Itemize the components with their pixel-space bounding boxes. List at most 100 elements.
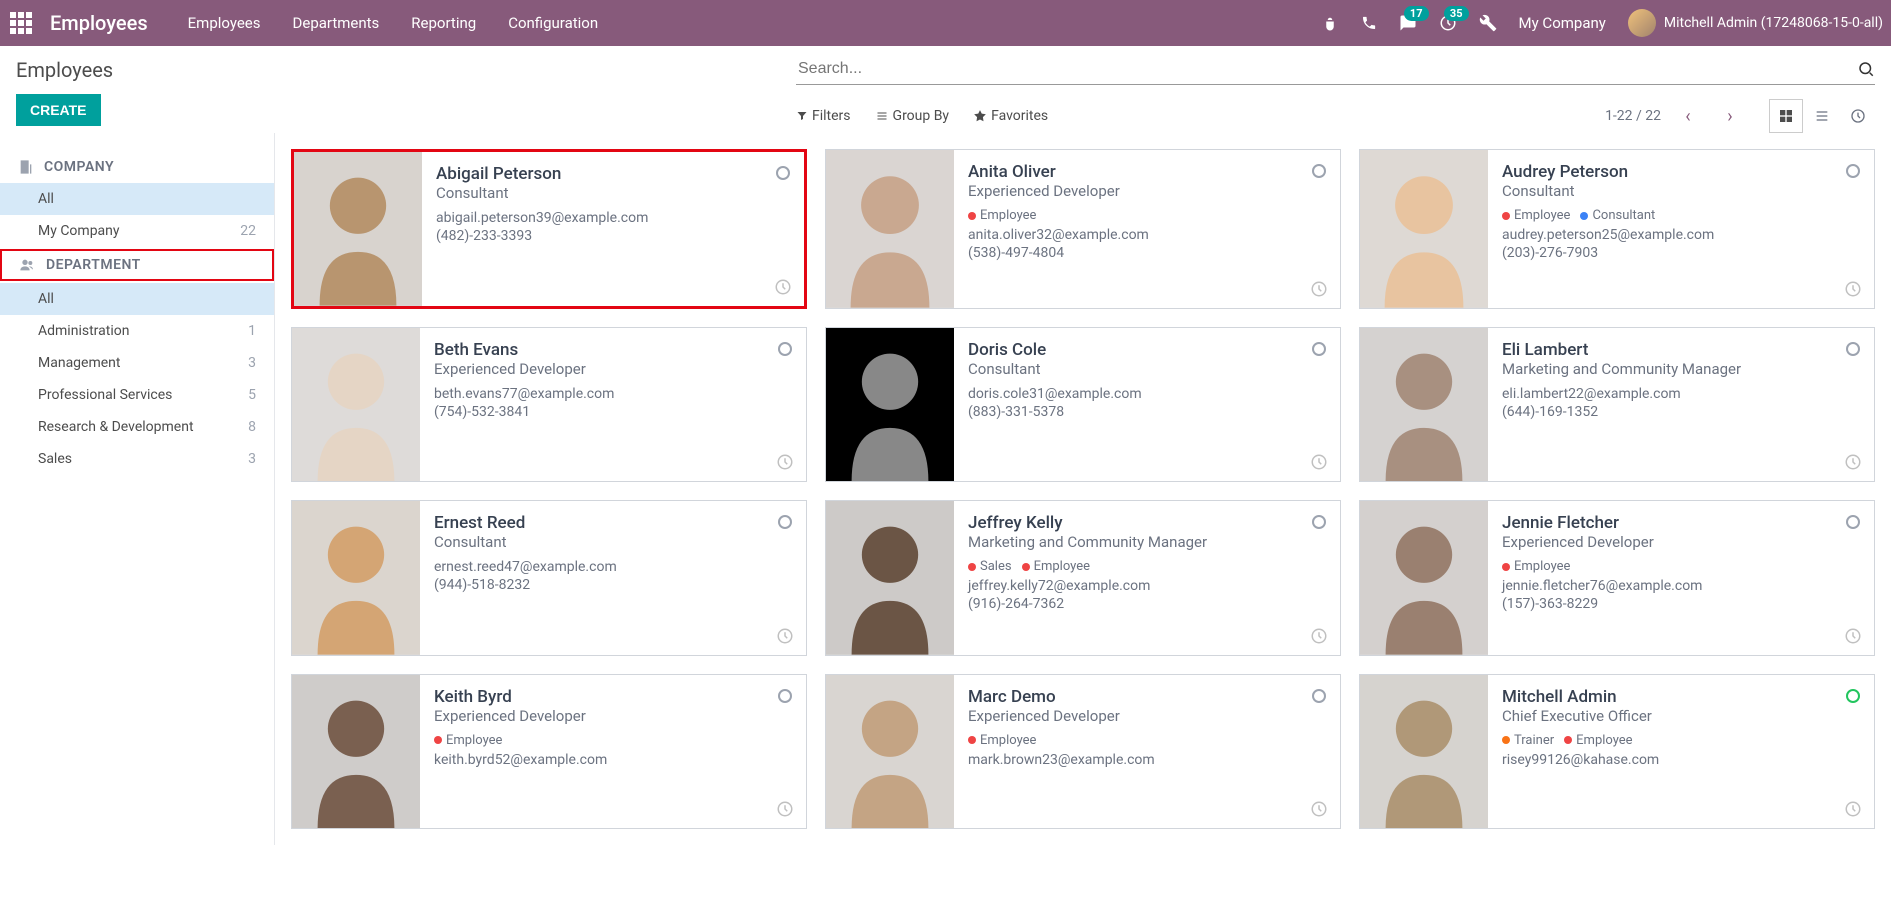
dot-icon <box>1022 563 1030 571</box>
apps-icon[interactable] <box>8 10 34 36</box>
presence-status-icon[interactable] <box>1846 689 1860 703</box>
presence-status-icon[interactable] <box>776 166 790 180</box>
kanban-view-button[interactable] <box>1769 99 1803 133</box>
page-title: Employees <box>16 58 796 82</box>
user-menu[interactable]: Mitchell Admin (17248068-15-0-all) <box>1628 9 1883 37</box>
presence-status-icon[interactable] <box>1312 342 1326 356</box>
employee-name: Audrey Peterson <box>1502 162 1860 182</box>
menu-configuration[interactable]: Configuration <box>508 14 598 32</box>
tag: Employee <box>1502 559 1570 574</box>
sidebar-item-label: All <box>38 191 54 207</box>
clock-icon[interactable] <box>774 278 792 296</box>
groupby-button[interactable]: Group By <box>875 108 950 124</box>
employee-title: Marketing and Community Manager <box>1502 360 1860 378</box>
activity-badge: 35 <box>1444 6 1469 21</box>
employee-email: jeffrey.kelly72@example.com <box>968 578 1326 594</box>
employee-phone: (754)-532-3841 <box>434 404 792 420</box>
user-name: Mitchell Admin (17248068-15-0-all) <box>1664 15 1883 31</box>
menu-employees[interactable]: Employees <box>188 14 261 32</box>
employee-card[interactable]: Abigail Peterson Consultant abigail.pete… <box>291 149 807 309</box>
employee-email: doris.cole31@example.com <box>968 386 1326 402</box>
search-icon[interactable] <box>1857 60 1875 78</box>
employee-card[interactable]: Keith Byrd Experienced Developer Employe… <box>291 674 807 830</box>
pager-next-button[interactable]: › <box>1715 101 1745 131</box>
messaging-icon[interactable]: 17 <box>1399 14 1417 32</box>
presence-status-icon[interactable] <box>778 342 792 356</box>
card-body: Audrey Peterson Consultant EmployeeConsu… <box>1488 150 1874 308</box>
employee-card[interactable]: Anita Oliver Experienced Developer Emplo… <box>825 149 1341 309</box>
tools-icon[interactable] <box>1479 14 1497 32</box>
employee-phone: (644)-169-1352 <box>1502 404 1860 420</box>
tag: Consultant <box>1580 208 1655 223</box>
company-selector[interactable]: My Company <box>1519 14 1606 32</box>
employee-title: Experienced Developer <box>434 707 792 725</box>
view-switcher <box>1769 99 1875 133</box>
employee-title: Consultant <box>434 533 792 551</box>
employee-card[interactable]: Doris Cole Consultant doris.cole31@examp… <box>825 327 1341 483</box>
clock-icon[interactable] <box>1310 800 1328 818</box>
presence-status-icon[interactable] <box>1312 689 1326 703</box>
department-item[interactable]: All <box>0 283 274 315</box>
employee-card[interactable]: Ernest Reed Consultant ernest.reed47@exa… <box>291 500 807 656</box>
presence-status-icon[interactable] <box>1846 164 1860 178</box>
list-view-button[interactable] <box>1805 99 1839 133</box>
sidebar-item-label: My Company <box>38 223 120 239</box>
menu-reporting[interactable]: Reporting <box>411 14 476 32</box>
employee-title: Consultant <box>436 184 790 202</box>
employee-photo <box>826 328 954 482</box>
favorites-button[interactable]: Favorites <box>973 108 1048 124</box>
employee-card[interactable]: Eli Lambert Marketing and Community Mana… <box>1359 327 1875 483</box>
dot-icon <box>1502 736 1510 744</box>
clock-icon[interactable] <box>1310 453 1328 471</box>
clock-icon[interactable] <box>1310 280 1328 298</box>
clock-icon[interactable] <box>1844 453 1862 471</box>
dot-icon <box>1502 563 1510 571</box>
menu-departments[interactable]: Departments <box>293 14 380 32</box>
company-item[interactable]: All <box>0 183 274 215</box>
search-input[interactable] <box>796 58 1857 80</box>
employee-card[interactable]: Beth Evans Experienced Developer beth.ev… <box>291 327 807 483</box>
employee-card[interactable]: Mitchell Admin Chief Executive Officer T… <box>1359 674 1875 830</box>
pager-text: 1-22 / 22 <box>1605 108 1661 124</box>
department-item[interactable]: Professional Services5 <box>0 379 274 411</box>
phone-icon[interactable] <box>1361 15 1377 31</box>
department-item[interactable]: Administration1 <box>0 315 274 347</box>
clock-icon[interactable] <box>1844 627 1862 645</box>
create-button[interactable]: CREATE <box>16 94 101 126</box>
pager-prev-button[interactable]: ‹ <box>1673 101 1703 131</box>
filters-button[interactable]: Filters <box>796 108 851 124</box>
clock-icon[interactable] <box>776 800 794 818</box>
presence-status-icon[interactable] <box>1312 164 1326 178</box>
clock-icon[interactable] <box>776 627 794 645</box>
clock-icon[interactable] <box>1310 627 1328 645</box>
employee-name: Marc Demo <box>968 687 1326 707</box>
employee-card[interactable]: Jennie Fletcher Experienced Developer Em… <box>1359 500 1875 656</box>
employee-name: Eli Lambert <box>1502 340 1860 360</box>
clock-icon[interactable] <box>1844 280 1862 298</box>
employee-photo <box>294 152 422 306</box>
users-icon <box>18 257 36 273</box>
employee-name: Beth Evans <box>434 340 792 360</box>
employee-card[interactable]: Audrey Peterson Consultant EmployeeConsu… <box>1359 149 1875 309</box>
activity-icon[interactable]: 35 <box>1439 14 1457 32</box>
presence-status-icon[interactable] <box>778 689 792 703</box>
clock-icon[interactable] <box>1844 800 1862 818</box>
employee-card[interactable]: Jeffrey Kelly Marketing and Community Ma… <box>825 500 1341 656</box>
sidebar-item-label: Research & Development <box>38 419 194 435</box>
bug-icon[interactable] <box>1321 14 1339 32</box>
card-body: Eli Lambert Marketing and Community Mana… <box>1488 328 1874 482</box>
department-item[interactable]: Research & Development8 <box>0 411 274 443</box>
sidebar-item-label: Management <box>38 355 120 371</box>
tag: Employee <box>1502 208 1570 223</box>
department-item[interactable]: Management3 <box>0 347 274 379</box>
activity-view-button[interactable] <box>1841 99 1875 133</box>
employee-title: Experienced Developer <box>968 707 1326 725</box>
presence-status-icon[interactable] <box>1846 342 1860 356</box>
tags: SalesEmployee <box>968 559 1326 574</box>
clock-icon[interactable] <box>776 453 794 471</box>
card-body: Abigail Peterson Consultant abigail.pete… <box>422 152 804 306</box>
department-item[interactable]: Sales3 <box>0 443 274 475</box>
employee-name: Jeffrey Kelly <box>968 513 1326 533</box>
company-item[interactable]: My Company22 <box>0 215 274 247</box>
employee-card[interactable]: Marc Demo Experienced Developer Employee… <box>825 674 1341 830</box>
